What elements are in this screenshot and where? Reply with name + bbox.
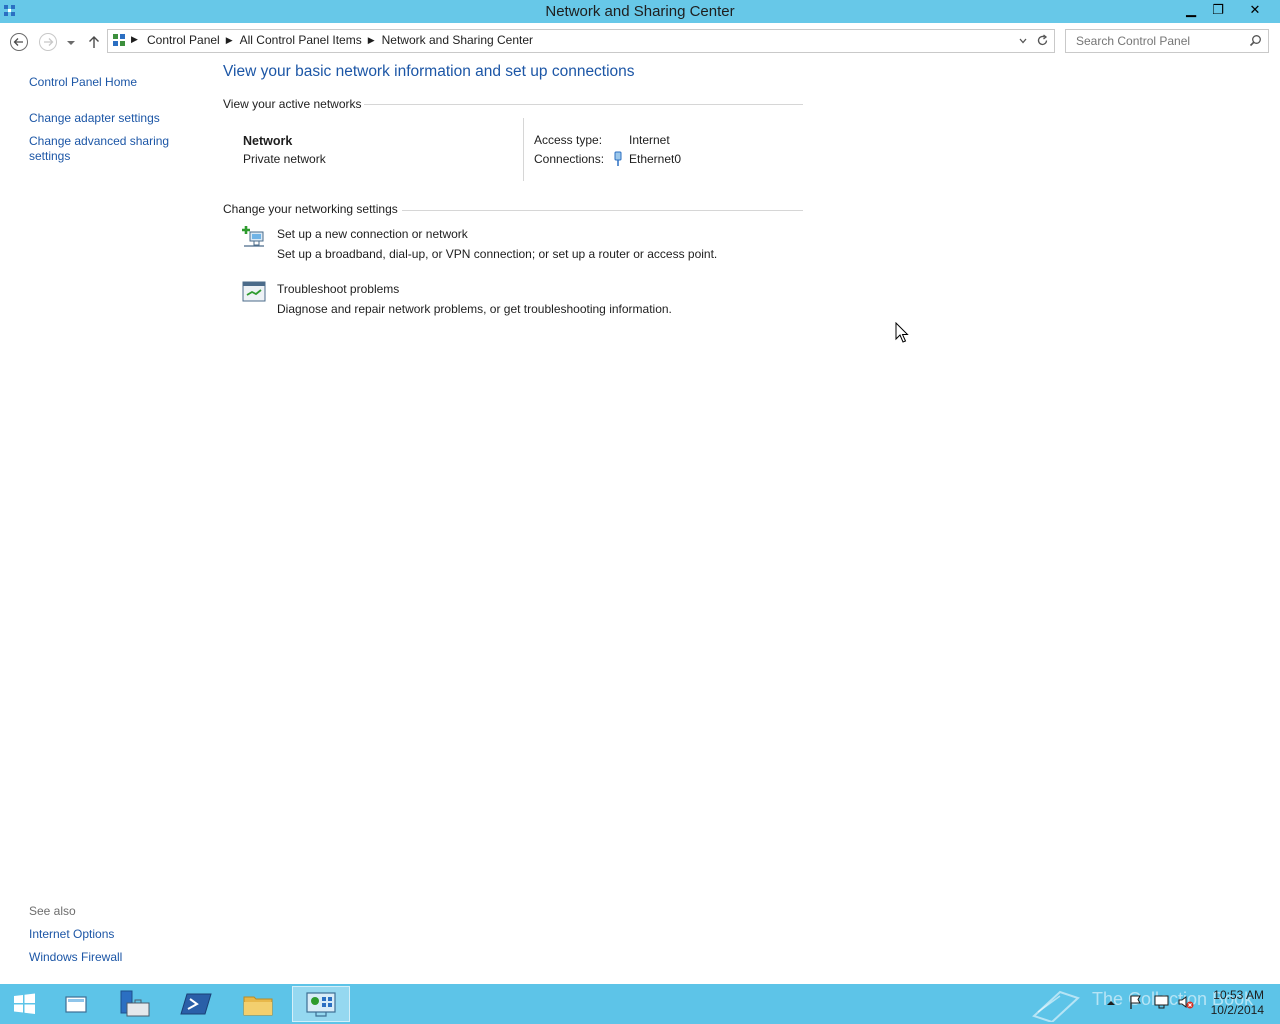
section-divider (402, 210, 803, 211)
address-dropdown-icon[interactable] (1018, 36, 1028, 46)
control-panel-home-link[interactable]: Control Panel Home (29, 75, 137, 90)
troubleshoot-problems-link[interactable]: Troubleshoot problems (277, 282, 399, 296)
see-also-heading: See also (29, 904, 76, 918)
breadcrumb: Control Panel ▶ All Control Panel Items ▶ Ne… (147, 33, 533, 47)
breadcrumb-root-chevron-icon[interactable]: ▶ (131, 34, 138, 45)
setup-new-connection-link[interactable]: Set up a new connection or network (277, 227, 468, 241)
search-box[interactable] (1065, 29, 1269, 53)
recent-locations-chevron-icon[interactable] (64, 32, 78, 52)
control-panel-icon (113, 34, 125, 46)
show-hidden-icons-chevron-icon[interactable] (1106, 998, 1116, 1008)
ethernet-icon (614, 151, 622, 166)
active-networks-label: View your active networks (223, 97, 362, 111)
window-title: Network and Sharing Center (545, 3, 735, 20)
network-name: Network (243, 134, 293, 148)
up-arrow-icon[interactable] (86, 32, 102, 52)
start-windows-icon[interactable] (4, 988, 44, 1020)
search-icon[interactable] (1249, 34, 1262, 47)
troubleshoot-description: Diagnose and repair network problems, or… (277, 302, 672, 316)
windows-firewall-link[interactable]: Windows Firewall (29, 950, 122, 965)
troubleshoot-icon (242, 281, 266, 302)
change-settings-label: Change your networking settings (223, 202, 398, 216)
ethernet-connection-link[interactable]: Ethernet0 (629, 152, 681, 166)
new-connection-icon (242, 226, 264, 247)
server-manager-icon[interactable] (56, 988, 96, 1020)
control-panel-taskbar-icon (306, 992, 336, 1017)
network-divider (523, 118, 524, 181)
minimize-icon: ▁ (1186, 2, 1196, 17)
minimize-button[interactable]: ▁ (1178, 0, 1204, 20)
back-arrow-icon[interactable] (9, 32, 29, 52)
breadcrumb-control-panel[interactable]: Control Panel (147, 33, 220, 47)
section-divider (364, 104, 803, 105)
address-bar[interactable]: ▶ Control Panel ▶ All Control Panel Items ▶… (107, 29, 1055, 53)
breadcrumb-chevron-icon[interactable]: ▶ (368, 35, 375, 46)
breadcrumb-all-items[interactable]: All Control Panel Items (240, 33, 362, 47)
navigation-bar: ▶ Control Panel ▶ All Control Panel Items ▶… (0, 23, 1280, 59)
watermark-book-icon (1032, 990, 1080, 1022)
powershell-icon[interactable] (177, 988, 217, 1020)
title-bar: Network and Sharing Center ▁ ❐ ✕ (0, 0, 1280, 23)
change-advanced-sharing-link[interactable]: Change advanced sharing settings (29, 134, 179, 164)
internet-options-link[interactable]: Internet Options (29, 927, 114, 942)
setup-connection-description: Set up a broadband, dial-up, or VPN conn… (277, 247, 718, 261)
clock-date: 10/2/2014 (1210, 1003, 1264, 1017)
file-explorer-icon[interactable] (238, 988, 278, 1020)
server-toolbox-icon[interactable] (115, 988, 155, 1020)
volume-muted-icon[interactable] (1177, 994, 1195, 1010)
network-tray-icon[interactable] (1153, 994, 1171, 1010)
access-type-value: Internet (629, 133, 670, 147)
taskbar: The Collection Book 10:53 AM 10/2/2014 (0, 984, 1280, 1024)
close-button[interactable]: ✕ (1232, 0, 1278, 20)
close-icon: ✕ (1249, 2, 1261, 17)
network-type: Private network (243, 152, 326, 166)
action-center-flag-icon[interactable] (1128, 994, 1144, 1010)
search-input[interactable] (1074, 33, 1248, 49)
forward-arrow-icon[interactable] (38, 32, 58, 52)
page-title: View your basic network information and … (223, 63, 635, 80)
change-adapter-settings-link[interactable]: Change adapter settings (29, 111, 160, 126)
restore-button[interactable]: ❐ (1205, 0, 1231, 20)
connections-label: Connections: (534, 152, 605, 166)
access-type-label: Access type: (534, 133, 603, 147)
mouse-cursor-icon (895, 322, 909, 343)
restore-icon: ❐ (1212, 2, 1224, 17)
clock-time: 10:53 AM (1213, 988, 1264, 1002)
breadcrumb-chevron-icon[interactable]: ▶ (226, 35, 233, 46)
system-clock[interactable]: 10:53 AM 10/2/2014 (1211, 988, 1264, 1018)
refresh-icon[interactable] (1036, 34, 1049, 47)
control-panel-taskbar-button[interactable] (292, 986, 350, 1022)
breadcrumb-network-center[interactable]: Network and Sharing Center (382, 33, 533, 47)
